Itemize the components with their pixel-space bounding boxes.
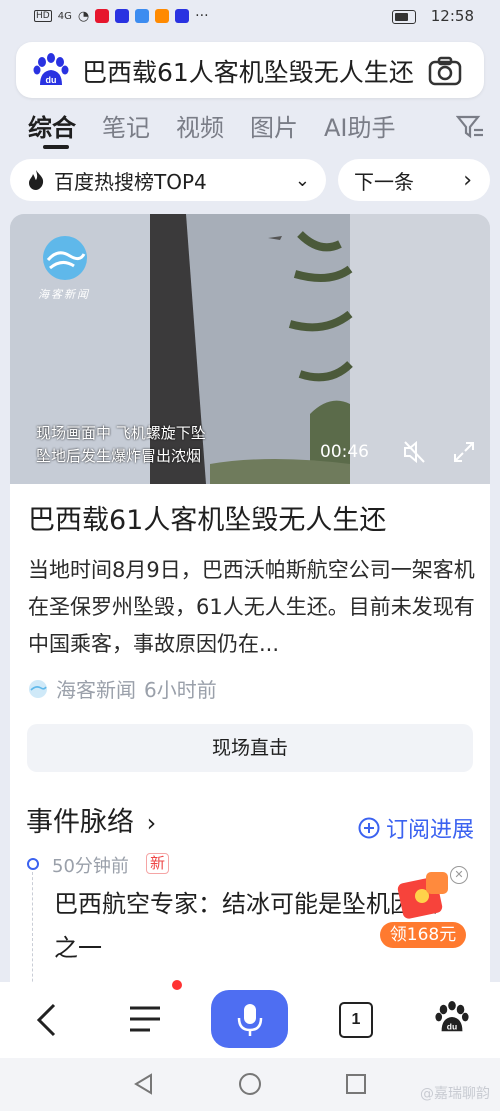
status-bar: HD 4G ◔ ··· 12:58 xyxy=(0,0,500,34)
battery-icon xyxy=(392,10,416,24)
video-logo-text: 海客新闻 xyxy=(38,288,90,301)
bottom-nav: 1 du xyxy=(0,980,500,1058)
timeline-dot xyxy=(27,858,39,870)
notification-dot xyxy=(172,980,182,990)
article-source[interactable]: 海客新闻 xyxy=(56,674,136,703)
svg-text:du: du xyxy=(447,1021,457,1031)
promo-label: 领168元 xyxy=(380,922,466,948)
camera-icon[interactable] xyxy=(428,56,462,86)
signal-indicator: 4G xyxy=(57,10,72,22)
hot-rank-label: 百度热搜榜TOP4 xyxy=(54,169,207,194)
video-caption-2: 坠地后发生爆炸冒出浓烟 xyxy=(36,447,202,465)
clock: 12:58 xyxy=(430,7,474,25)
search-bar[interactable]: du 巴西载61人客机坠毁无人生还 xyxy=(16,42,484,98)
video-duration: 00:46 xyxy=(320,442,369,462)
close-promo-icon[interactable]: ✕ xyxy=(450,866,468,884)
wifi-icon: ◔ xyxy=(77,8,90,24)
chevron-down-icon: ⌄ xyxy=(294,169,310,191)
hd-indicator: HD xyxy=(34,10,52,22)
filter-icon[interactable] xyxy=(456,114,484,140)
baidu-paw-icon xyxy=(175,9,190,23)
hot-search-pill[interactable]: 百度热搜榜TOP4 ⌄ xyxy=(10,159,326,201)
tab-video[interactable]: 视频 xyxy=(176,108,224,143)
search-tabs: 综合 笔记 视频 图片 AI助手 xyxy=(28,108,396,149)
subscribe-label: 订阅进展 xyxy=(385,818,474,843)
article-headline[interactable]: 巴西载61人客机坠毁无人生还 xyxy=(28,498,386,537)
article-summary[interactable]: 当地时间8月9日，巴西沃帕斯航空公司一架客机在圣保罗州坠毁，61人无人生还。目前… xyxy=(28,552,478,663)
baidu-icon xyxy=(115,9,130,23)
plus-circle-icon xyxy=(358,817,380,839)
tabs-count-button[interactable]: 1 xyxy=(339,1002,373,1038)
tabs-count: 1 xyxy=(351,1011,361,1028)
tab-ai-assistant[interactable]: AI助手 xyxy=(324,108,396,143)
new-badge: 新 xyxy=(146,853,170,874)
menu-icon[interactable] xyxy=(128,1004,162,1034)
live-coverage-button[interactable]: 现场直击 xyxy=(27,724,473,772)
fullscreen-icon[interactable] xyxy=(452,440,476,464)
subscribe-button[interactable]: 订阅进展 xyxy=(358,812,474,844)
baidu-profile-icon[interactable]: du xyxy=(434,1000,470,1036)
voice-search-button[interactable] xyxy=(211,990,288,1048)
video-app-icon xyxy=(155,9,170,23)
svg-text:du: du xyxy=(46,75,57,85)
article-time: 6小时前 xyxy=(144,678,217,702)
timeline-title-row[interactable]: 事件脉络 › xyxy=(26,800,156,839)
red-envelope-icon xyxy=(397,872,448,919)
next-label: 下一条 xyxy=(354,169,414,194)
weibo-icon xyxy=(95,9,110,23)
watermark: @嘉瑞聊韵 xyxy=(420,1086,490,1102)
system-recents-icon[interactable] xyxy=(345,1073,367,1095)
tab-notes[interactable]: 笔记 xyxy=(102,108,150,143)
back-icon[interactable] xyxy=(34,1002,58,1038)
video-caption-1: 现场画面中 飞机螺旋下坠 xyxy=(36,424,206,442)
chevron-right-icon: › xyxy=(146,809,157,837)
source-logo-icon xyxy=(29,679,47,698)
baidu-logo-icon: du xyxy=(33,53,69,85)
timeline-title: 事件脉络 xyxy=(26,807,134,838)
microphone-icon xyxy=(237,1004,263,1036)
tab-images[interactable]: 图片 xyxy=(250,108,298,143)
video-player[interactable]: 海客新闻 现场画面中 飞机螺旋下坠 坠地后发生爆炸冒出浓烟 00:46 xyxy=(10,214,490,484)
mute-icon[interactable] xyxy=(402,440,428,464)
app-icon xyxy=(135,9,150,23)
flame-icon xyxy=(29,170,44,190)
system-home-icon[interactable] xyxy=(238,1072,262,1096)
next-item-button[interactable]: 下一条 › xyxy=(338,159,490,201)
article-source-row: 海客新闻 6小时前 xyxy=(28,674,217,703)
tab-all[interactable]: 综合 xyxy=(28,108,76,149)
more-notifications-icon: ··· xyxy=(195,8,209,24)
chevron-right-icon: › xyxy=(463,167,472,193)
system-back-icon[interactable] xyxy=(132,1072,154,1096)
search-input[interactable]: 巴西载61人客机坠毁无人生还 xyxy=(82,53,422,89)
timeline-item-time: 50分钟前 xyxy=(52,856,129,877)
status-icons: HD 4G ◔ ··· xyxy=(34,8,209,24)
haike-news-logo-icon xyxy=(43,236,87,280)
